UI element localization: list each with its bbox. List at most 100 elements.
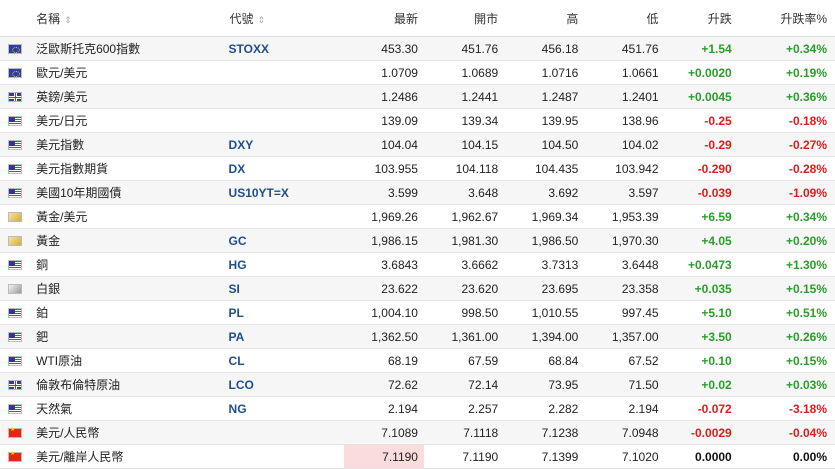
high-price: 1,986.50 [504, 228, 585, 253]
instrument-code[interactable]: PA [228, 324, 344, 349]
open-price: 1,962.67 [423, 204, 505, 229]
change-value: +0.0473 [664, 252, 740, 277]
instrument-code[interactable]: PL [228, 300, 344, 325]
instrument-name[interactable]: 黃金/美元 [34, 204, 229, 229]
table-row[interactable]: 美元指數 DXY 104.04 104.15 104.50 104.02 -0.29 -0.2… [0, 132, 835, 157]
low-price: 7.0948 [584, 420, 665, 445]
flag-cn-icon [8, 426, 22, 439]
flag-gb-icon [8, 380, 22, 391]
open-price: 139.34 [423, 108, 505, 133]
high-price: 1,394.00 [504, 324, 585, 349]
flag-cell [0, 324, 35, 349]
change-percent: -0.18% [739, 108, 835, 133]
table-row[interactable]: 美元/離岸人民幣7.11907.11907.13997.10200.00000.… [0, 444, 835, 469]
change-value: 0.0000 [664, 444, 740, 469]
table-row[interactable]: 鈀 PA 1,362.50 1,361.00 1,394.00 1,357.00 +3.50… [0, 324, 835, 349]
change-percent: +0.36% [739, 84, 835, 109]
change-value: +0.035 [664, 276, 740, 301]
flag-cell [0, 36, 35, 61]
instrument-code[interactable]: NG [228, 396, 344, 421]
instrument-code[interactable]: STOXX [228, 36, 344, 61]
instrument-code[interactable] [228, 60, 344, 85]
last-price: 3.599 [343, 180, 424, 205]
instrument-name[interactable]: 黃金 [34, 228, 229, 253]
instrument-name[interactable]: WTI原油 [34, 348, 229, 373]
open-price: 72.14 [423, 372, 505, 397]
open-price: 7.1118 [423, 420, 505, 445]
instrument-name[interactable]: 銅 [34, 252, 229, 277]
table-row[interactable]: 倫敦布倫特原油 LCO 72.62 72.14 73.95 71.50 +0.02 +0.03… [0, 372, 835, 397]
sort-icon[interactable]: ⇕ [64, 15, 72, 25]
change-percent: +0.26% [739, 324, 835, 349]
header-code[interactable]: 代號 ⇕ [228, 0, 344, 37]
quotes-table: 名稱 ⇕ 代號 ⇕ 最新 開市 高 低 升跌 升跌率% 泛歐斯托克600指數 STOX… [0, 0, 835, 469]
instrument-code[interactable] [228, 204, 344, 229]
instrument-code[interactable]: LCO [228, 372, 344, 397]
header-name[interactable]: 名稱 ⇕ [34, 0, 229, 37]
table-row[interactable]: 美國10年期國債 US10YT=X 3.599 3.648 3.692 3.597 -0.0… [0, 180, 835, 205]
low-price: 67.52 [584, 348, 665, 373]
last-price: 103.955 [343, 156, 424, 181]
table-row[interactable]: 泛歐斯托克600指數 STOXX 453.30 451.76 456.18 451.76 +… [0, 36, 835, 61]
table-row[interactable]: 美元/人民幣 7.10897.11187.12387.0948-0.0029-0.… [0, 420, 835, 445]
change-value: -0.290 [664, 156, 740, 181]
instrument-code[interactable] [228, 108, 344, 133]
open-price: 2.257 [423, 396, 505, 421]
instrument-name[interactable]: 美元/離岸人民幣 [34, 444, 229, 469]
last-price: 1.2486 [343, 84, 424, 109]
instrument-name[interactable]: 歐元/美元 [34, 60, 229, 85]
open-price: 7.1190 [423, 444, 505, 469]
table-row[interactable]: 美元/日元 139.09 139.34 139.95 138.96 -0.25 -0.18% [0, 108, 835, 133]
table-row[interactable]: 黃金/美元 1,969.26 1,962.67 1,969.34 1,953.39 +6.… [0, 204, 835, 229]
sort-icon[interactable]: ⇕ [258, 15, 266, 25]
instrument-name[interactable]: 白銀 [34, 276, 229, 301]
high-price: 3.7313 [504, 252, 585, 277]
instrument-code[interactable]: SI [228, 276, 344, 301]
table-row[interactable]: 白銀 SI 23.622 23.620 23.695 23.358 +0.035 +0.15% [0, 276, 835, 301]
instrument-name[interactable]: 英鎊/美元 [34, 84, 229, 109]
last-price: 453.30 [343, 36, 424, 61]
flag-us-icon [8, 140, 22, 151]
flag-cell [0, 348, 35, 373]
high-price: 1,969.34 [504, 204, 585, 229]
table-row[interactable]: 天然氣 NG 2.194 2.257 2.282 2.194 -0.072 -3.18% [0, 396, 835, 421]
instrument-code[interactable]: DXY [228, 132, 344, 157]
change-percent: +0.03% [739, 372, 835, 397]
header-last: 最新 [343, 0, 424, 37]
instrument-name[interactable]: 泛歐斯托克600指數 [34, 36, 229, 61]
table-row[interactable]: 歐元/美元 1.0709 1.0689 1.0716 1.0661 +0.0020 +0.1… [0, 60, 835, 85]
instrument-code[interactable] [228, 444, 344, 469]
table-row[interactable]: 銅 HG 3.6843 3.6662 3.7313 3.6448 +0.0473 +1.30% [0, 252, 835, 277]
instrument-code[interactable]: DX [228, 156, 344, 181]
instrument-name[interactable]: 美國10年期國債 [34, 180, 229, 205]
instrument-code[interactable]: CL [228, 348, 344, 373]
low-price: 451.76 [584, 36, 665, 61]
instrument-name[interactable]: 美元/人民幣 [34, 420, 229, 445]
last-price: 7.1190 [343, 444, 424, 469]
instrument-code[interactable] [228, 84, 344, 109]
header-code-label: 代號 [229, 11, 254, 26]
low-price: 1,970.30 [584, 228, 665, 253]
flag-us-icon [8, 404, 22, 415]
instrument-name[interactable]: 美元指數 [34, 132, 229, 157]
instrument-code[interactable]: GC [228, 228, 344, 253]
instrument-name[interactable]: 倫敦布倫特原油 [34, 372, 229, 397]
change-value: +0.0020 [664, 60, 740, 85]
flag-cell [0, 84, 35, 109]
change-value: -0.29 [664, 132, 740, 157]
instrument-name[interactable]: 美元/日元 [34, 108, 229, 133]
instrument-name[interactable]: 美元指數期貨 [34, 156, 229, 181]
table-row[interactable]: 鉑 PL 1,004.10 998.50 1,010.55 997.45 +5.10 +0.5… [0, 300, 835, 325]
table-row[interactable]: 美元指數期貨 DX 103.955 104.118 104.435 103.942 -0.2… [0, 156, 835, 181]
high-price: 104.435 [504, 156, 585, 181]
table-row[interactable]: 黃金 GC 1,986.15 1,981.30 1,986.50 1,970.30 +4.0… [0, 228, 835, 253]
table-row[interactable]: WTI原油 CL 68.19 67.59 68.84 67.52 +0.10 +0.15% [0, 348, 835, 373]
instrument-code[interactable]: HG [228, 252, 344, 277]
instrument-name[interactable]: 鉑 [34, 300, 229, 325]
table-row[interactable]: 英鎊/美元 1.2486 1.2441 1.2487 1.2401 +0.0045 +0.3… [0, 84, 835, 109]
instrument-name[interactable]: 鈀 [34, 324, 229, 349]
high-price: 1.2487 [504, 84, 585, 109]
instrument-code[interactable] [228, 420, 344, 445]
instrument-code[interactable]: US10YT=X [228, 180, 344, 205]
instrument-name[interactable]: 天然氣 [34, 396, 229, 421]
